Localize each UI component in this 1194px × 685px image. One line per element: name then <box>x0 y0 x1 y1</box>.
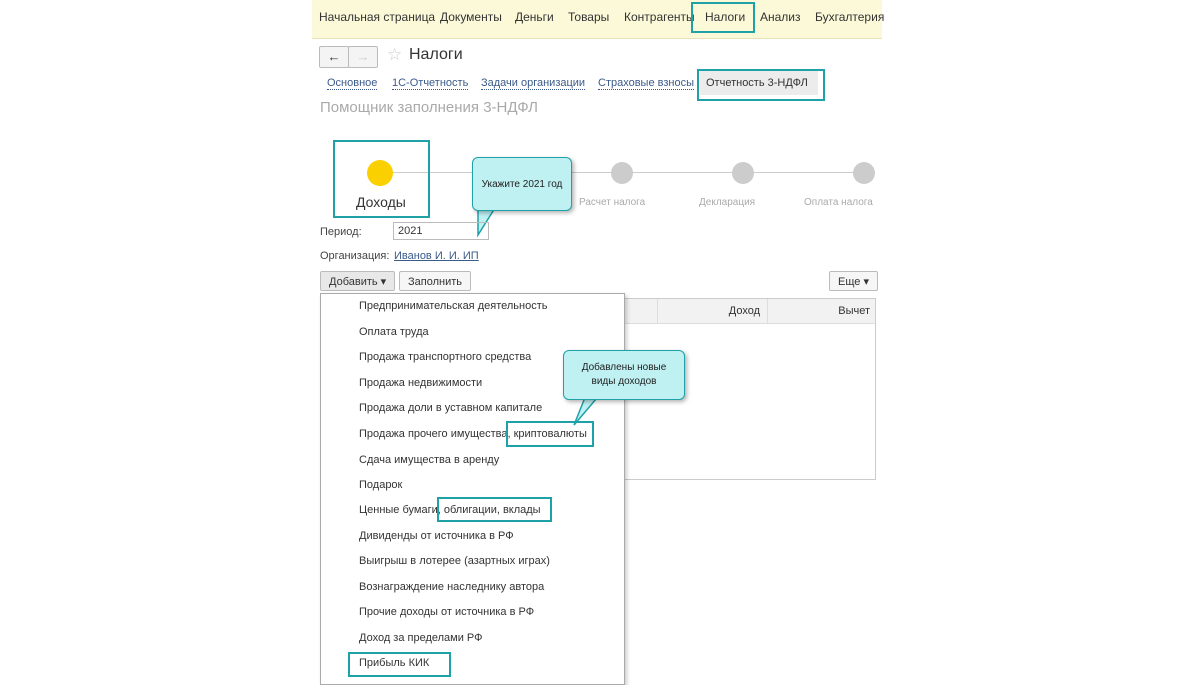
menu-item[interactable]: Продажа доли в уставном капитале <box>359 402 542 414</box>
menu-item[interactable]: Продажа недвижимости <box>359 377 482 389</box>
callout-new-income: Добавлены новые виды доходов <box>563 350 685 400</box>
more-button[interactable]: Еще ▾ <box>829 271 878 291</box>
period-value: 2021 <box>398 225 423 237</box>
highlight-kik <box>348 652 451 677</box>
step-tax-calc[interactable]: Расчет налога <box>579 197 645 208</box>
star-icon[interactable]: ☆ <box>387 45 402 65</box>
tab-main[interactable]: Основное <box>327 77 378 90</box>
menu-item[interactable]: Выигрыш в лотерее (азартных играх) <box>359 555 550 567</box>
nav-accounting[interactable]: Бухгалтерия <box>815 10 884 24</box>
add-button[interactable]: Добавить ▾ <box>320 271 396 291</box>
menu-item[interactable]: Продажа транспортного средства <box>359 351 531 363</box>
col-income[interactable]: Доход <box>729 305 760 317</box>
period-input[interactable]: 2021 <box>393 222 489 240</box>
step-tax-payment[interactable]: Оплата налога <box>804 197 873 208</box>
tab-org-tasks[interactable]: Задачи организации <box>481 77 586 90</box>
org-link[interactable]: Иванов И. И. ИП <box>394 250 479 262</box>
fill-button[interactable]: Заполнить <box>399 271 472 291</box>
col-deduction[interactable]: Вычет <box>838 305 870 317</box>
tab-insurance[interactable]: Страховые взносы <box>598 77 694 90</box>
nav-money[interactable]: Деньги <box>515 10 554 24</box>
menu-item[interactable]: Прочие доходы от источника в РФ <box>359 606 534 618</box>
subtitle: Помощник заполнения 3-НДФЛ <box>320 99 538 116</box>
step-icon[interactable] <box>611 162 633 184</box>
page-title: Налоги <box>409 46 463 63</box>
col-divider <box>657 299 658 323</box>
step-icon[interactable] <box>732 162 754 184</box>
back-button[interactable]: ← <box>319 46 349 68</box>
nav-documents[interactable]: Документы <box>440 10 502 24</box>
more-label: Еще <box>838 276 861 288</box>
menu-item[interactable]: Подарок <box>359 479 402 491</box>
add-label: Добавить <box>329 276 378 288</box>
nav-home[interactable]: Начальная страница <box>319 10 435 24</box>
nav-contractors[interactable]: Контрагенты <box>624 10 695 24</box>
period-label: Период: <box>320 226 362 238</box>
menu-item[interactable]: Сдача имущества в аренду <box>359 454 499 466</box>
nav-analysis[interactable]: Анализ <box>760 10 801 24</box>
menu-item[interactable]: Доход за пределами РФ <box>359 632 483 644</box>
step-declaration[interactable]: Декларация <box>699 197 755 208</box>
nav-goods[interactable]: Товары <box>568 10 609 24</box>
highlight-3ndfl <box>697 69 825 101</box>
menu-item[interactable]: Вознаграждение наследнику автора <box>359 581 544 593</box>
menu-item[interactable]: Предпринимательская деятельность <box>359 300 547 312</box>
callout-year: Укажите 2021 год <box>472 157 572 211</box>
org-label: Организация: <box>320 250 390 262</box>
menu-item[interactable]: Дивиденды от источника в РФ <box>359 530 514 542</box>
highlight-taxes <box>691 2 755 33</box>
col-divider <box>767 299 768 323</box>
highlight-bonds <box>437 497 552 522</box>
step-icon[interactable] <box>853 162 875 184</box>
menu-item[interactable]: Оплата труда <box>359 326 429 338</box>
tab-1c-reporting[interactable]: 1С-Отчетность <box>392 77 469 90</box>
forward-button[interactable]: → <box>348 46 378 68</box>
highlight-income <box>333 140 430 218</box>
